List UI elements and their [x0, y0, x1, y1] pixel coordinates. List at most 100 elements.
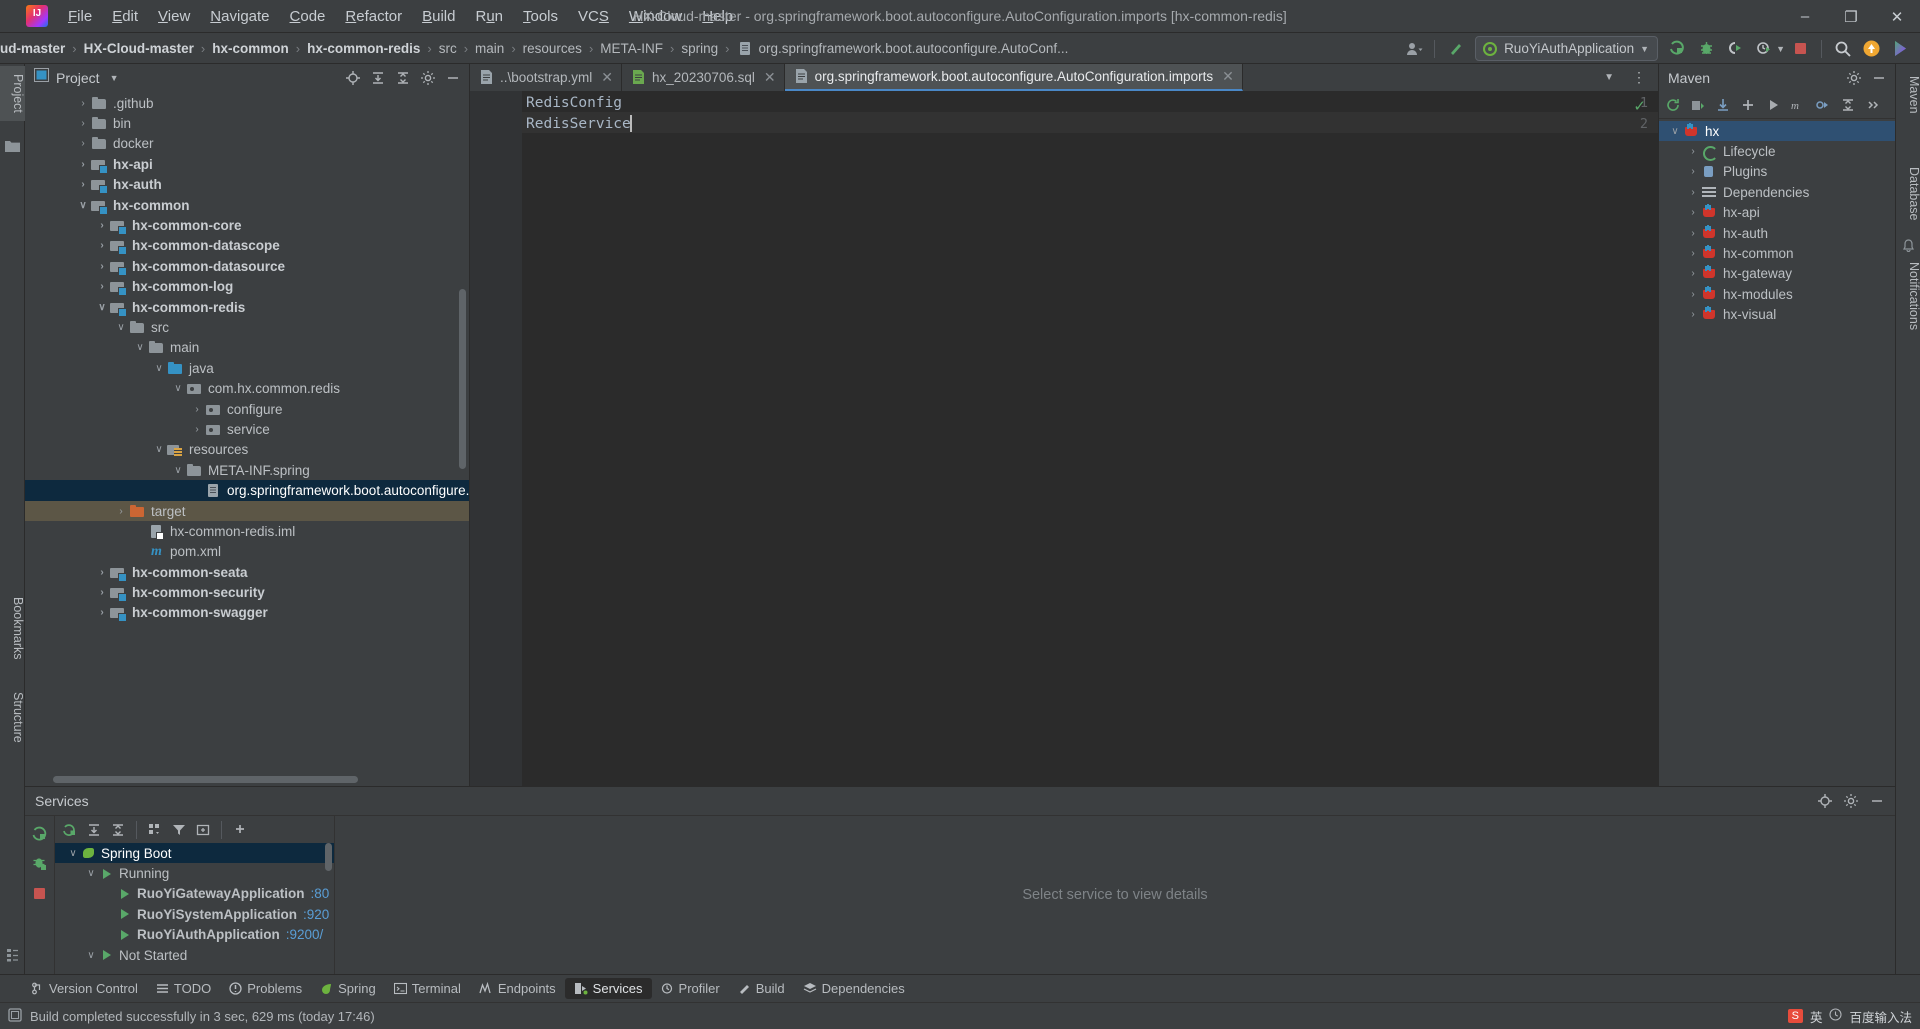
maven-tree-row[interactable]: › Dependencies: [1659, 182, 1895, 202]
project-tree-row[interactable]: › hx-common-log: [25, 277, 469, 297]
search-everywhere-icon[interactable]: [1829, 36, 1856, 62]
project-tree-row[interactable]: › configure: [25, 399, 469, 419]
chevron-right-icon[interactable]: ›: [1685, 268, 1701, 279]
inspection-status-icon[interactable]: ✓: [1633, 97, 1646, 115]
maximize-button[interactable]: ❐: [1828, 0, 1874, 33]
debug-icon[interactable]: [29, 852, 51, 874]
chevron-down-icon[interactable]: ∨: [94, 302, 110, 313]
project-tree-row[interactable]: › hx-common-swagger: [25, 603, 469, 623]
run-icon[interactable]: [1664, 36, 1691, 62]
project-tree-row[interactable]: › hx-common-seata: [25, 562, 469, 582]
group-by-icon[interactable]: [144, 819, 166, 841]
maven-tree[interactable]: ∨ hx › Lifecycle › Plugins › Dependencies › hx-ap…: [1659, 119, 1895, 786]
chevron-down-icon[interactable]: ∨: [65, 848, 81, 859]
project-tree-row[interactable]: › hx-common-datascope: [25, 236, 469, 256]
services-tree-row[interactable]: ›RuoYiSystemApplication:920: [55, 904, 334, 924]
user-avatar-icon[interactable]: [1400, 36, 1427, 62]
tool-window-button-profiler[interactable]: Profiler: [652, 978, 729, 999]
expand-all-icon[interactable]: [83, 819, 105, 841]
services-vertical-scrollbar[interactable]: [325, 843, 332, 871]
services-tree[interactable]: ∨Spring Boot∨Running›RuoYiGatewayApplica…: [55, 843, 334, 974]
toggle-skip-tests-icon[interactable]: m: [1786, 93, 1810, 116]
project-tree-row[interactable]: › hx-common-datasource: [25, 256, 469, 276]
maven-tree-row[interactable]: › hx-auth: [1659, 223, 1895, 243]
project-tree-row[interactable]: ∨ java: [25, 358, 469, 378]
services-tree-row[interactable]: ∨ Running: [55, 863, 334, 883]
chevron-right-icon[interactable]: ›: [1685, 309, 1701, 320]
menu-item-refactor[interactable]: Refactor: [335, 4, 412, 29]
maven-tree-row[interactable]: › hx-visual: [1659, 305, 1895, 325]
project-tree-row[interactable]: ∨ src: [25, 317, 469, 337]
locate-icon[interactable]: [1813, 790, 1837, 812]
maven-tree-row[interactable]: ∨ hx: [1659, 121, 1895, 142]
breadcrumb-item[interactable]: hx-common-redis: [307, 41, 420, 56]
chevron-right-icon[interactable]: ›: [75, 118, 91, 129]
maven-tree-row[interactable]: › hx-api: [1659, 203, 1895, 223]
menu-item-view[interactable]: View: [148, 4, 200, 29]
project-tree[interactable]: › .github › bin › docker › hx-api › hx-auth ∨ hx-co…: [25, 91, 469, 786]
more-options-icon[interactable]: [1861, 93, 1885, 116]
project-tree-row[interactable]: ›hx-common-redis.iml: [25, 521, 469, 541]
chevron-down-icon[interactable]: ∨: [83, 868, 99, 879]
maven-tree-row[interactable]: › Plugins: [1659, 162, 1895, 182]
sidebar-item-bookmarks[interactable]: Bookmarks: [0, 589, 25, 668]
chevron-down-icon[interactable]: ▼: [110, 73, 119, 83]
rerun-icon[interactable]: [29, 822, 51, 844]
collapse-all-icon[interactable]: [391, 67, 415, 89]
project-tree-row[interactable]: ∨ hx-common-redis: [25, 297, 469, 317]
chevron-right-icon[interactable]: ›: [189, 424, 205, 435]
project-tree-row[interactable]: ∨ META-INF.spring: [25, 460, 469, 480]
sidebar-item-structure[interactable]: Structure: [0, 684, 25, 751]
chevron-right-icon[interactable]: ›: [75, 138, 91, 149]
breadcrumb-item[interactable]: ud-master: [0, 41, 65, 56]
tool-window-button-problems[interactable]: Problems: [220, 978, 311, 999]
project-folder-icon[interactable]: [0, 134, 25, 156]
debug-icon[interactable]: [1693, 36, 1720, 62]
chevron-down-icon[interactable]: ▼: [1776, 44, 1785, 54]
editor-body[interactable]: 1 2 RedisConfig RedisService ✓: [470, 91, 1658, 786]
sidebar-item-database[interactable]: Database: [1896, 159, 1920, 229]
editor-tab[interactable]: org.springframework.boot.autoconfigure.A…: [784, 64, 1243, 91]
project-tree-row[interactable]: ›org.springframework.boot.autoconfigure.…: [25, 480, 469, 501]
settings-gear-icon[interactable]: [1839, 790, 1863, 812]
close-tab-icon[interactable]: ✕: [601, 69, 613, 86]
project-horizontal-scrollbar[interactable]: [53, 776, 358, 783]
chevron-right-icon[interactable]: ›: [94, 567, 110, 578]
chevron-down-icon[interactable]: ∨: [83, 950, 99, 961]
chevron-right-icon[interactable]: ›: [75, 159, 91, 170]
chevron-right-icon[interactable]: ›: [1685, 166, 1701, 177]
chevron-down-icon[interactable]: ∨: [113, 322, 129, 333]
project-tree-row[interactable]: › target: [25, 500, 469, 522]
close-tab-icon[interactable]: ✕: [1222, 68, 1234, 85]
filter-icon[interactable]: [168, 819, 190, 841]
settings-gear-icon[interactable]: [416, 67, 440, 89]
chevron-right-icon[interactable]: ›: [94, 240, 110, 251]
add-tab-icon[interactable]: [192, 819, 214, 841]
project-tree-row[interactable]: › .github: [25, 93, 469, 113]
updates-icon[interactable]: [1858, 36, 1885, 62]
chevron-right-icon[interactable]: ›: [75, 179, 91, 190]
minimize-button[interactable]: –: [1782, 0, 1828, 33]
project-tree-row[interactable]: ∨ hx-common: [25, 195, 469, 215]
tool-window-button-spring[interactable]: Spring: [311, 978, 385, 999]
locate-icon[interactable]: [341, 67, 365, 89]
breadcrumb-item[interactable]: src: [439, 41, 457, 56]
tool-window-button-build[interactable]: Build: [729, 978, 794, 999]
hide-panel-icon[interactable]: [441, 67, 465, 89]
menu-item-vcs[interactable]: VCS: [568, 4, 619, 29]
chevron-down-icon[interactable]: ∨: [170, 465, 186, 476]
chevron-right-icon[interactable]: ›: [94, 587, 110, 598]
chevron-right-icon[interactable]: ›: [94, 261, 110, 272]
project-tree-row[interactable]: › bin: [25, 113, 469, 133]
breadcrumb-item[interactable]: spring: [681, 41, 718, 56]
stop-icon[interactable]: [29, 882, 51, 904]
menu-item-edit[interactable]: Edit: [102, 4, 148, 29]
project-tree-row[interactable]: › docker: [25, 134, 469, 154]
tool-window-button-services[interactable]: Services: [564, 978, 652, 999]
ime-language[interactable]: 英: [1810, 1007, 1823, 1026]
structure-icon[interactable]: [0, 944, 25, 966]
project-tree-row[interactable]: ∨ main: [25, 338, 469, 358]
chevron-down-icon[interactable]: ∨: [170, 383, 186, 394]
services-tree-row[interactable]: ›RuoYiAuthApplication:9200/: [55, 925, 334, 945]
services-tree-row[interactable]: ∨ Spring Boot: [55, 843, 334, 864]
